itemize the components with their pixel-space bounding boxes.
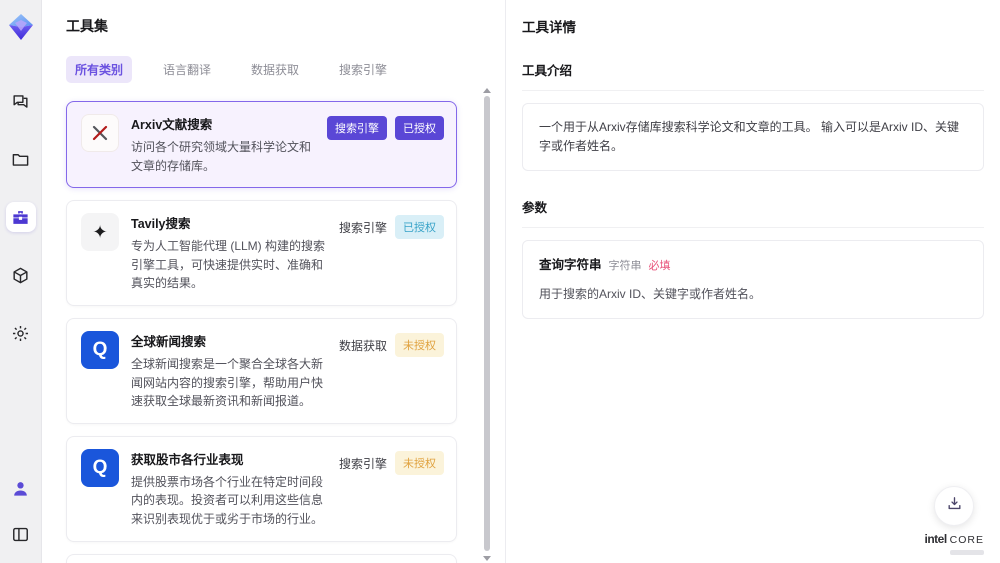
sidebar-item-panel-toggle[interactable] bbox=[6, 519, 36, 549]
gear-icon bbox=[11, 324, 30, 343]
intel-sub-badge bbox=[950, 550, 984, 555]
core-brand-text: CORE bbox=[949, 534, 984, 546]
param-name: 查询字符串 bbox=[539, 258, 602, 273]
arxiv-icon bbox=[81, 114, 119, 152]
category-label: 搜索引擎 bbox=[338, 221, 387, 236]
tab-data-fetch[interactable]: 数据获取 bbox=[242, 56, 308, 83]
download-button[interactable] bbox=[934, 486, 975, 526]
sidebar-item-settings[interactable] bbox=[6, 318, 36, 348]
intro-section-title: 工具介绍 bbox=[522, 60, 984, 91]
sidebar-item-models[interactable] bbox=[6, 260, 36, 290]
tool-detail-panel: 工具详情 工具介绍 一个用于从Arxiv存储库搜索科学论文和文章的工具。 输入可… bbox=[505, 0, 1000, 563]
download-icon bbox=[946, 495, 963, 517]
intel-brand-text: intel bbox=[924, 532, 947, 546]
intro-text-box: 一个用于从Arxiv存储库搜索科学论文和文章的工具。 输入可以是Arxiv ID… bbox=[522, 103, 984, 172]
status-badge: 未授权 bbox=[395, 450, 444, 475]
scroll-up-arrow[interactable] bbox=[483, 88, 491, 93]
tool-description: 访问各个研究领域大量科学论文和文章的存储库。 bbox=[131, 140, 312, 173]
sidebar-item-files[interactable] bbox=[6, 144, 36, 174]
tool-title: 全球新闻搜索 bbox=[131, 334, 207, 349]
tool-card-global-news[interactable]: Q 全球新闻搜索 全球新闻搜索是一个聚合全球各大新闻网站内容的搜索引擎，帮助用户… bbox=[66, 317, 457, 424]
scrollbar-thumb[interactable] bbox=[484, 96, 490, 551]
status-badge[interactable]: 已授权 bbox=[395, 116, 444, 140]
left-sidebar bbox=[0, 0, 42, 563]
detail-title: 工具详情 bbox=[522, 20, 576, 35]
tool-description: 提供股票市场各个行业在特定时间段内的表现。投资者可以利用这些信息来识别表现优于或… bbox=[131, 474, 324, 526]
layout-panel-icon bbox=[11, 525, 30, 544]
params-section-title: 参数 bbox=[522, 197, 984, 229]
corner-widget: intel CORE bbox=[924, 486, 984, 555]
category-badge[interactable]: 搜索引擎 bbox=[327, 116, 387, 140]
tab-search-engine[interactable]: 搜索引擎 bbox=[330, 56, 396, 83]
tool-description: 全球新闻搜索是一个聚合全球各大新闻网站内容的搜索引擎，帮助用户快速获取全球最新资… bbox=[131, 356, 324, 409]
chat-icon bbox=[11, 92, 30, 111]
tool-title: 获取股市各行业表现 bbox=[131, 452, 244, 467]
tavily-icon: ✦ bbox=[81, 213, 119, 252]
tool-title: Tavily搜索 bbox=[131, 217, 191, 232]
sidebar-item-account[interactable] bbox=[6, 473, 36, 503]
page-title: 工具集 bbox=[66, 18, 108, 34]
tab-all-categories[interactable]: 所有类别 bbox=[66, 56, 133, 83]
app-logo bbox=[6, 12, 36, 42]
sidebar-item-chat[interactable] bbox=[6, 86, 36, 116]
news-search-icon: Q bbox=[81, 330, 119, 369]
category-label: 数据获取 bbox=[338, 338, 387, 353]
category-tabs: 所有类别 语言翻译 数据获取 搜索引擎 bbox=[66, 56, 479, 83]
tab-language-translation[interactable]: 语言翻译 bbox=[154, 56, 220, 83]
list-scrollbar[interactable] bbox=[483, 88, 491, 561]
tool-card-arxiv[interactable]: Arxiv文献搜索 访问各个研究领域大量科学论文和文章的存储库。 搜索引擎 已授… bbox=[66, 101, 457, 189]
tool-description: 专为人工智能代理 (LLM) 构建的搜索引擎工具，可快速提供实时、准确和真实的结… bbox=[131, 239, 326, 291]
briefcase-icon bbox=[11, 208, 30, 227]
param-type: 字符串 bbox=[608, 260, 642, 273]
user-icon bbox=[11, 479, 30, 498]
folder-icon bbox=[11, 150, 30, 169]
status-badge: 未授权 bbox=[395, 332, 444, 357]
stock-search-icon: Q bbox=[81, 448, 119, 487]
scroll-down-arrow[interactable] bbox=[483, 556, 491, 561]
status-badge: 已授权 bbox=[395, 215, 444, 240]
category-label: 搜索引擎 bbox=[338, 456, 387, 471]
sidebar-item-tools[interactable] bbox=[5, 202, 36, 232]
param-required-flag: 必填 bbox=[648, 260, 671, 273]
tool-title: Arxiv文献搜索 bbox=[131, 118, 213, 132]
tool-card-active-stocks[interactable]: Q 获取市场最活跃股票信息 提供当天交易量最高的股票列表。投资者可以利用这些信息… bbox=[66, 553, 457, 563]
param-box: 查询字符串 字符串 必填 用于搜索的Arxiv ID、关键字或作者姓名。 bbox=[522, 240, 984, 320]
tool-list-panel: 工具集 所有类别 语言翻译 数据获取 搜索引擎 Arxiv文献搜索 访问各个研究… bbox=[42, 0, 505, 563]
cube-icon bbox=[11, 266, 30, 285]
intel-core-logo: intel CORE bbox=[924, 532, 984, 546]
param-description: 用于搜索的Arxiv ID、关键字或作者姓名。 bbox=[539, 286, 762, 301]
tool-card-stock-sectors[interactable]: Q 获取股市各行业表现 提供股票市场各个行业在特定时间段内的表现。投资者可以利用… bbox=[66, 435, 457, 542]
tool-card-list: Arxiv文献搜索 访问各个研究领域大量科学论文和文章的存储库。 搜索引擎 已授… bbox=[66, 101, 479, 563]
tool-card-tavily[interactable]: ✦ Tavily搜索 专为人工智能代理 (LLM) 构建的搜索引擎工具，可快速提… bbox=[66, 200, 457, 306]
